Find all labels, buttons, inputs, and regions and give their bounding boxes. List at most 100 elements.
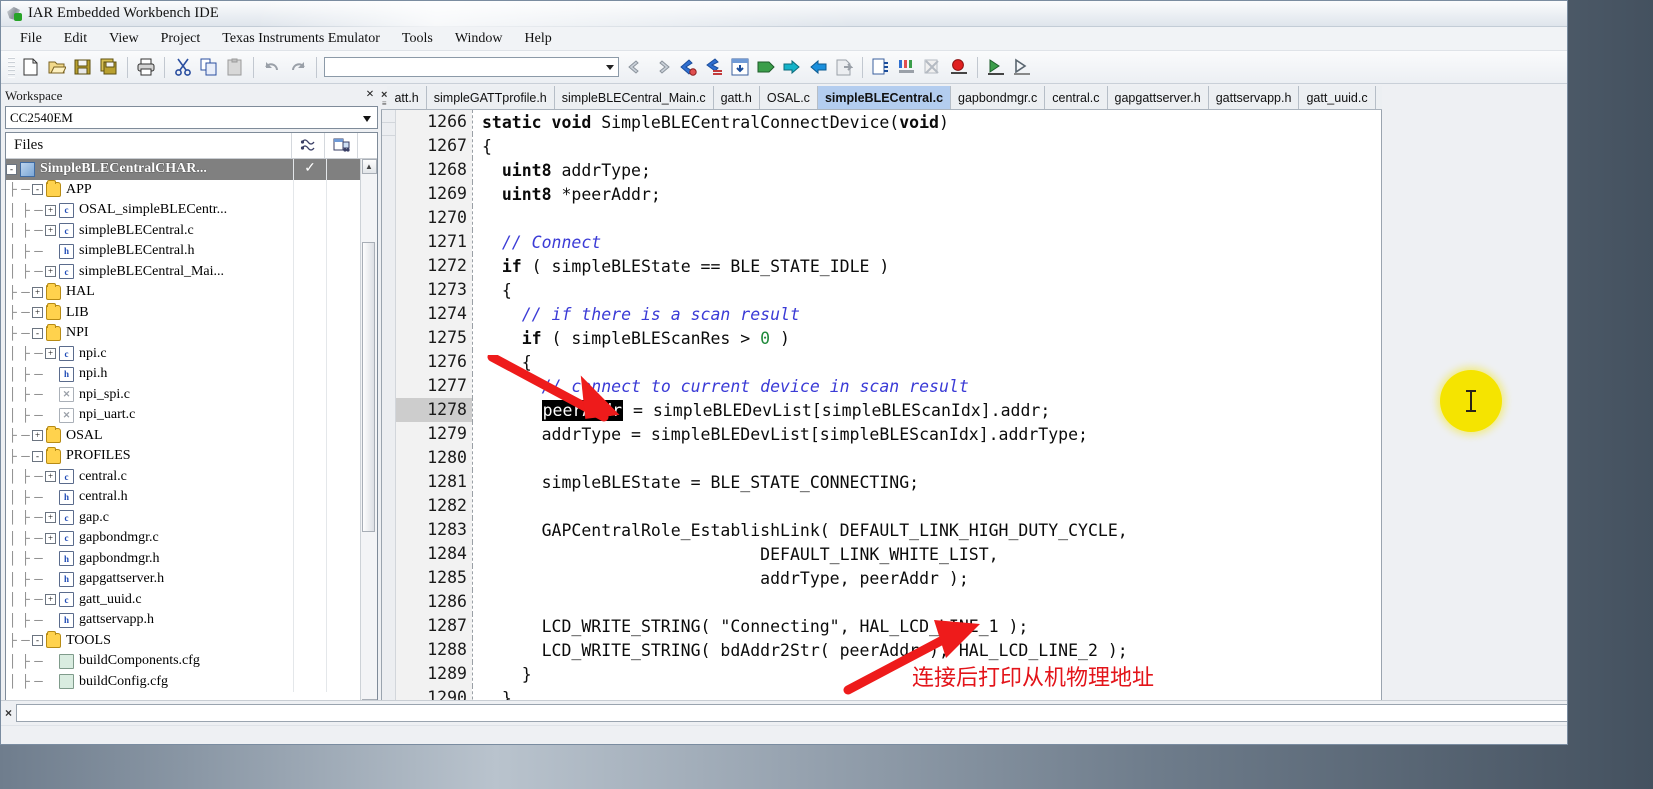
go-to-definition-icon[interactable] [728,55,752,79]
code-line[interactable]: 1267 { [396,134,1381,158]
tree-item[interactable]: │ ├ ─ + c npi.c [6,343,360,364]
tree-expander[interactable]: - [32,450,43,462]
tree-item[interactable]: ├ ─ + LIB [6,302,360,323]
tree-item[interactable]: │ ├ ─ + c gapbondmgr.c [6,528,360,549]
tree-item[interactable]: ├ ─ - NPI [6,323,360,344]
code-editor[interactable]: 1266 static void SimpleBLECentralConnectD… [381,110,1382,724]
tree-expander[interactable]: + [45,532,56,544]
cut-icon[interactable] [171,55,195,79]
open-folder-icon[interactable] [45,55,69,79]
quick-search-combo[interactable] [324,57,619,77]
tree-expander[interactable]: + [45,204,56,216]
find-next-icon[interactable] [650,55,674,79]
code-line[interactable]: 1281 simpleBLEState = BLE_STATE_CONNECTI… [396,470,1381,494]
code-line[interactable]: 1289 } [396,662,1381,686]
disable-breakpoints-icon[interactable] [921,55,945,79]
tab-list-icon[interactable]: ≡ [382,99,387,107]
chevron-down-icon[interactable] [363,116,371,122]
stop-build-icon[interactable] [806,55,830,79]
menu-view[interactable]: View [98,29,149,49]
tree-expander[interactable]: - [32,635,43,647]
tree-item[interactable]: │ ├ ─ + c gap.c [6,507,360,528]
tree-item[interactable]: │ ├ ─ ✕ npi_spi.c [6,384,360,405]
paste-icon[interactable] [223,55,247,79]
editor-tab-osal-simpleblecen[interactable]: OSAL_simpleBLECen [1375,86,1382,109]
tree-item[interactable]: - SimpleBLECentralCHAR... ✓ [6,159,360,180]
menu-tools[interactable]: Tools [391,29,444,49]
code-line[interactable]: 1274 // if there is a scan result [396,302,1381,326]
navigate-backward-icon[interactable] [702,55,726,79]
make-icon[interactable] [780,55,804,79]
code-line[interactable]: 1277 // connect to current device in sca… [396,374,1381,398]
stop-debugger-icon[interactable] [947,55,971,79]
code-line[interactable]: 1269 uint8 *peerAddr; [396,182,1381,206]
code-line[interactable]: 1275 if ( simpleBLEScanRes > 0 ) [396,326,1381,350]
tree-expander[interactable]: + [45,512,56,524]
tree-item[interactable]: │ ├ ─ + c gatt_uuid.c [6,589,360,610]
code-line[interactable]: 1273 { [396,278,1381,302]
code-line[interactable]: 1271 // Connect [396,230,1381,254]
file-tree-scrollbar[interactable]: ▲ ▼ [360,159,377,714]
find-previous-icon[interactable] [624,55,648,79]
toolbar-grip[interactable] [8,56,15,78]
compile-icon[interactable] [754,55,778,79]
close-icon[interactable]: × [5,706,12,720]
tree-item[interactable]: ├ ─ + HAL [6,282,360,303]
tree-item[interactable]: ├ ─ - TOOLS [6,630,360,651]
scrollbar-thumb[interactable] [362,242,375,532]
editor-tab-gatt-h[interactable]: gatt.h [713,86,760,109]
breakpoints-window-icon[interactable] [895,55,919,79]
editor-tab-att-h[interactable]: att.h [387,86,427,109]
menu-edit[interactable]: Edit [53,29,98,49]
editor-tab-simpleblecentral-main-c[interactable]: simpleBLECentral_Main.c [554,86,714,109]
tree-item[interactable]: │ ├ ─ h gattservapp.h [6,610,360,631]
copy-icon[interactable] [197,55,221,79]
editor-tab-simpleblecentral-c[interactable]: simpleBLECentral.c [817,86,952,109]
configuration-dropdown[interactable]: CC2540EM [5,106,378,129]
tree-item[interactable]: ├ ─ - PROFILES [6,446,360,467]
tree-item[interactable]: │ ├ ─ h gapgattserver.h [6,569,360,590]
code-line[interactable]: 1280 [396,446,1381,470]
code-line[interactable]: 1268 uint8 addrType; [396,158,1381,182]
tree-item[interactable]: ├ ─ - APP [6,179,360,200]
tree-item[interactable]: ├ ─ + OSAL [6,425,360,446]
menu-file[interactable]: File [9,29,53,49]
scroll-up-icon[interactable]: ▲ [361,159,377,174]
run-icon[interactable] [1010,55,1034,79]
editor-tab-gapgattserver-h[interactable]: gapgattserver.h [1107,86,1209,109]
tree-item[interactable]: │ ├ ─ h simpleBLECentral.h [6,241,360,262]
code-line[interactable]: 1272 if ( simpleBLEState == BLE_STATE_ID… [396,254,1381,278]
menu-window[interactable]: Window [444,29,514,49]
tree-item[interactable]: │ ├ ─ + c simpleBLECentral.c [6,220,360,241]
menu-project[interactable]: Project [150,29,212,49]
tree-expander[interactable]: + [32,430,43,442]
editor-tab-simplegattprofile-h[interactable]: simpleGATTprofile.h [426,86,555,109]
code-line[interactable]: 1282 [396,494,1381,518]
code-line[interactable]: 1279 addrType = simpleBLEDevList[simpleB… [396,422,1381,446]
menu-texas-instruments-emulator[interactable]: Texas Instruments Emulator [211,29,391,49]
redo-icon[interactable] [286,55,310,79]
tree-expander[interactable]: + [45,266,56,278]
toggle-bookmark-icon[interactable] [676,55,700,79]
tree-expander[interactable]: - [32,184,43,196]
save-all-icon[interactable] [97,55,121,79]
close-icon[interactable]: × [366,87,374,103]
tree-item[interactable]: │ ├ ─ buildConfig.cfg [6,671,360,692]
tree-item[interactable]: │ ├ ─ h central.h [6,487,360,508]
tree-item[interactable]: │ ├ ─ + c OSAL_simpleBLECentr... [6,200,360,221]
tree-expander[interactable]: - [6,163,17,175]
editor-tab-gatt-uuid-c[interactable]: gatt_uuid.c [1299,86,1376,109]
code-line[interactable]: 1278 peerAddr = simpleBLEDevList[simpleB… [396,398,1381,422]
save-icon[interactable] [71,55,95,79]
scrollbar-track[interactable] [361,174,377,699]
code-line[interactable]: 1284 DEFAULT_LINK_WHITE_LIST, [396,542,1381,566]
menu-help[interactable]: Help [514,29,563,49]
tree-item[interactable]: │ ├ ─ buildComponents.cfg [6,651,360,672]
print-icon[interactable] [134,55,158,79]
editor-tab-osal-c[interactable]: OSAL.c [759,86,818,109]
tree-item[interactable]: │ ├ ─ h npi.h [6,364,360,385]
tree-expander[interactable]: + [45,594,56,606]
code-line[interactable]: 1283 GAPCentralRole_EstablishLink( DEFAU… [396,518,1381,542]
editor-tab-gattservapp-h[interactable]: gattservapp.h [1208,86,1300,109]
code-line[interactable]: 1266 static void SimpleBLECentralConnectD… [396,110,1381,134]
